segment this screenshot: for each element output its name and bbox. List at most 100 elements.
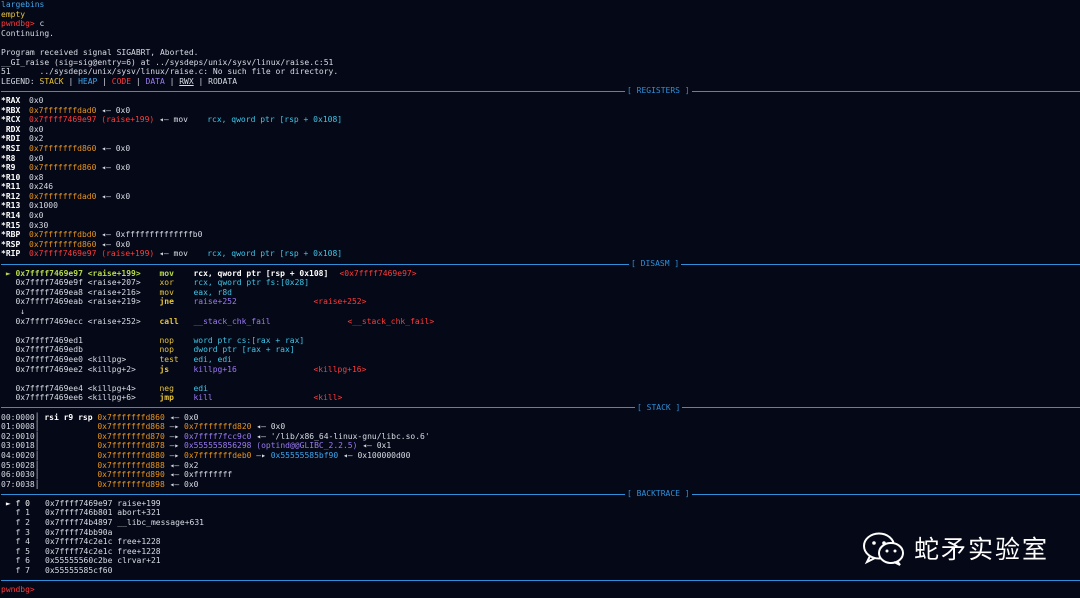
register-name: *R10 [1, 172, 21, 182]
stack-separator: [ STACK ] [1, 402, 1080, 413]
disasm-operands: kill [193, 393, 213, 403]
register-instruction: rcx, qword ptr [rsp + 0x108] [207, 249, 343, 259]
stack-address: 0x7fffffffd880 [97, 450, 165, 460]
stack-heap-value: 0x55555585bf90 [270, 450, 339, 460]
stack-deref: ◂— 0x1 [357, 441, 392, 451]
watermark: 蛇矛实验室 [862, 528, 1049, 572]
backtrace-frame: ► f 0 [1, 498, 30, 508]
stack-pointer-value: 0x7ffff7fcc9c0 [184, 431, 252, 441]
disasm-mnemonic: jmp [159, 393, 174, 403]
register-name: *RSP [1, 239, 21, 249]
stack-address: 0x7fffffffd890 [97, 470, 165, 480]
backtrace-title: [ BACKTRACE ] [625, 489, 692, 499]
disasm-indent [1, 336, 15, 345]
disasm-address: ↓ [20, 307, 26, 316]
register-value: 0x7fffffffd860 [29, 163, 97, 173]
disasm-address: 0x7ffff7469eab <raise+219> [15, 297, 141, 307]
register-name: *RDI [1, 134, 21, 144]
disasm-operands: dword ptr [rax + rax] [193, 345, 295, 355]
register-deref: ◂— 0x0 [96, 143, 131, 153]
stack-registers [40, 470, 98, 479]
stack-registers [40, 441, 98, 450]
disasm-row: 0x7ffff7469e9f <raise+207> xor rcx, qword … [1, 278, 1080, 288]
register-deref: ◂— 0x0 [96, 191, 131, 201]
register-value: 0x7fffffffdad0 [29, 105, 97, 115]
stack-deref: ◂— 0x100000d00 [338, 450, 411, 460]
disasm-address: 0x7ffff7469ecc <raise+252> [15, 316, 141, 326]
register-value: 0x7ffff7469e97 (raise+199) [29, 115, 155, 125]
register-instruction: rcx, qword ptr [rsp + 0x108] [207, 115, 343, 125]
backtrace-function: __libc_message+631 [117, 518, 204, 528]
command-line: pwndbg> c [1, 19, 1080, 29]
disasm-address: 0x7ffff7469edb [15, 345, 83, 355]
disasm-row: ↓ [1, 307, 1080, 317]
registers-separator: [ REGISTERS ] [1, 86, 1080, 96]
register-value: 0x7ffff7469e97 (raise+199) [29, 249, 155, 259]
disasm-mnemonic: mov [159, 287, 174, 297]
cursor[interactable] [35, 585, 40, 594]
disasm-row: 0x7ffff7469ecc <raise+252> call __stack_ch… [1, 317, 1080, 327]
disasm-indent [1, 365, 15, 374]
disasm-operands: __stack_chk_fail [193, 316, 271, 326]
register-deref: ◂— 0x0 [96, 105, 131, 115]
source-missing-line: 51 ../sysdeps/unix/sysv/linux/raise.c: N… [1, 67, 339, 77]
backtrace-function: free+1228 [117, 537, 161, 547]
terminal[interactable]: largebins empty pwndbg> c Continuing. Pr… [0, 0, 1080, 598]
disasm-mnemonic: jne [159, 297, 174, 307]
stack-row: 00:0000│ rsi r9 rsp 0x7fffffffd860 ◂— 0x… [1, 413, 1080, 423]
stack-offset: 02:0010│ [1, 431, 40, 441]
register-row: RDX 0x0 [1, 125, 1080, 135]
register-row: *R13 0x1000 [1, 201, 1080, 211]
disasm-target: <0x7ffff7469e97> [339, 268, 417, 278]
stack-deref: ◂— 0x0 [164, 479, 199, 489]
backtrace-address: 0x7ffff74c2e1c [45, 546, 113, 556]
disasm-operands: raise+252 [193, 297, 237, 307]
prompt: pwndbg> [1, 585, 35, 595]
legend-heap: HEAP [78, 76, 98, 86]
register-value: 0x2 [29, 134, 44, 144]
disasm-operands: rcx, qword ptr [rsp + 0x108] [193, 268, 329, 278]
register-row: *R12 0x7fffffffdad0 ◂— 0x0 [1, 192, 1080, 202]
stack-address: 0x7fffffffd868 [97, 422, 165, 432]
stack-offset: 03:0018│ [1, 441, 40, 451]
disasm-row [1, 374, 1080, 384]
backtrace-frame: f 5 [1, 546, 30, 556]
register-name: *RCX [1, 115, 21, 125]
stack-pointer-value: 0x555555856298 (optind@@GLIBC_2.2.5) [184, 441, 358, 451]
legend-stack: STACK [39, 76, 64, 86]
stack-address: 0x7fffffffd870 [97, 431, 165, 441]
prompt: pwndbg> [1, 19, 35, 29]
input-line[interactable]: pwndbg> [1, 585, 1080, 595]
register-name: *RBP [1, 230, 21, 240]
legend-code: CODE [111, 76, 132, 86]
backtrace-function: clrvar+21 [117, 556, 161, 566]
disasm-operands: rcx, qword ptr fs:[0x28] [193, 278, 310, 288]
disasm-row: ► 0x7ffff7469e97 <raise+199> mov rcx, qwor… [1, 269, 1080, 279]
disasm-address: 0x7ffff7469ee6 <killpg+6> [15, 393, 136, 403]
register-value: 0x7fffffffdbd0 [29, 230, 97, 240]
disasm-row: 0x7ffff7469ed1 nop word ptr cs:[rax + rax] [1, 336, 1080, 346]
backtrace-frame: f 6 [1, 556, 30, 566]
stack-arrow: —▸ [164, 422, 185, 432]
disasm-indent [1, 384, 15, 393]
disasm-indent [1, 393, 15, 402]
stack-registers [40, 451, 98, 460]
stack-row: 04:0020│ 0x7fffffffd880 —▸ 0x7fffffffdeb… [1, 451, 1080, 461]
stack-offset: 06:0030│ [1, 470, 40, 480]
disasm-mnemonic: xor [159, 278, 174, 288]
disasm-address: 0x7ffff7469ee4 <killpg+4> [15, 383, 136, 393]
disasm-row: 0x7ffff7469ea8 <raise+216> mov eax, r8d [1, 288, 1080, 298]
backtrace-function: abort+321 [117, 508, 161, 518]
disasm-address: 0x7ffff7469ee0 <killpg> [15, 354, 127, 364]
register-name: *RBX [1, 105, 21, 115]
stack-arrow: —▸ [164, 441, 185, 451]
backtrace-frame: f 4 [1, 537, 30, 547]
register-value: 0x246 [29, 182, 54, 192]
register-row: *RAX 0x0 [1, 96, 1080, 106]
disasm-indent [1, 288, 15, 297]
watermark-text: 蛇矛实验室 [914, 535, 1050, 565]
disasm-row: 0x7ffff7469ee2 <killpg+2> js killpg+16 <kil… [1, 365, 1080, 375]
stack-offset: 07:0038│ [1, 479, 40, 489]
stack-registers [40, 422, 98, 431]
legend-rodata: RODATA [208, 76, 238, 86]
